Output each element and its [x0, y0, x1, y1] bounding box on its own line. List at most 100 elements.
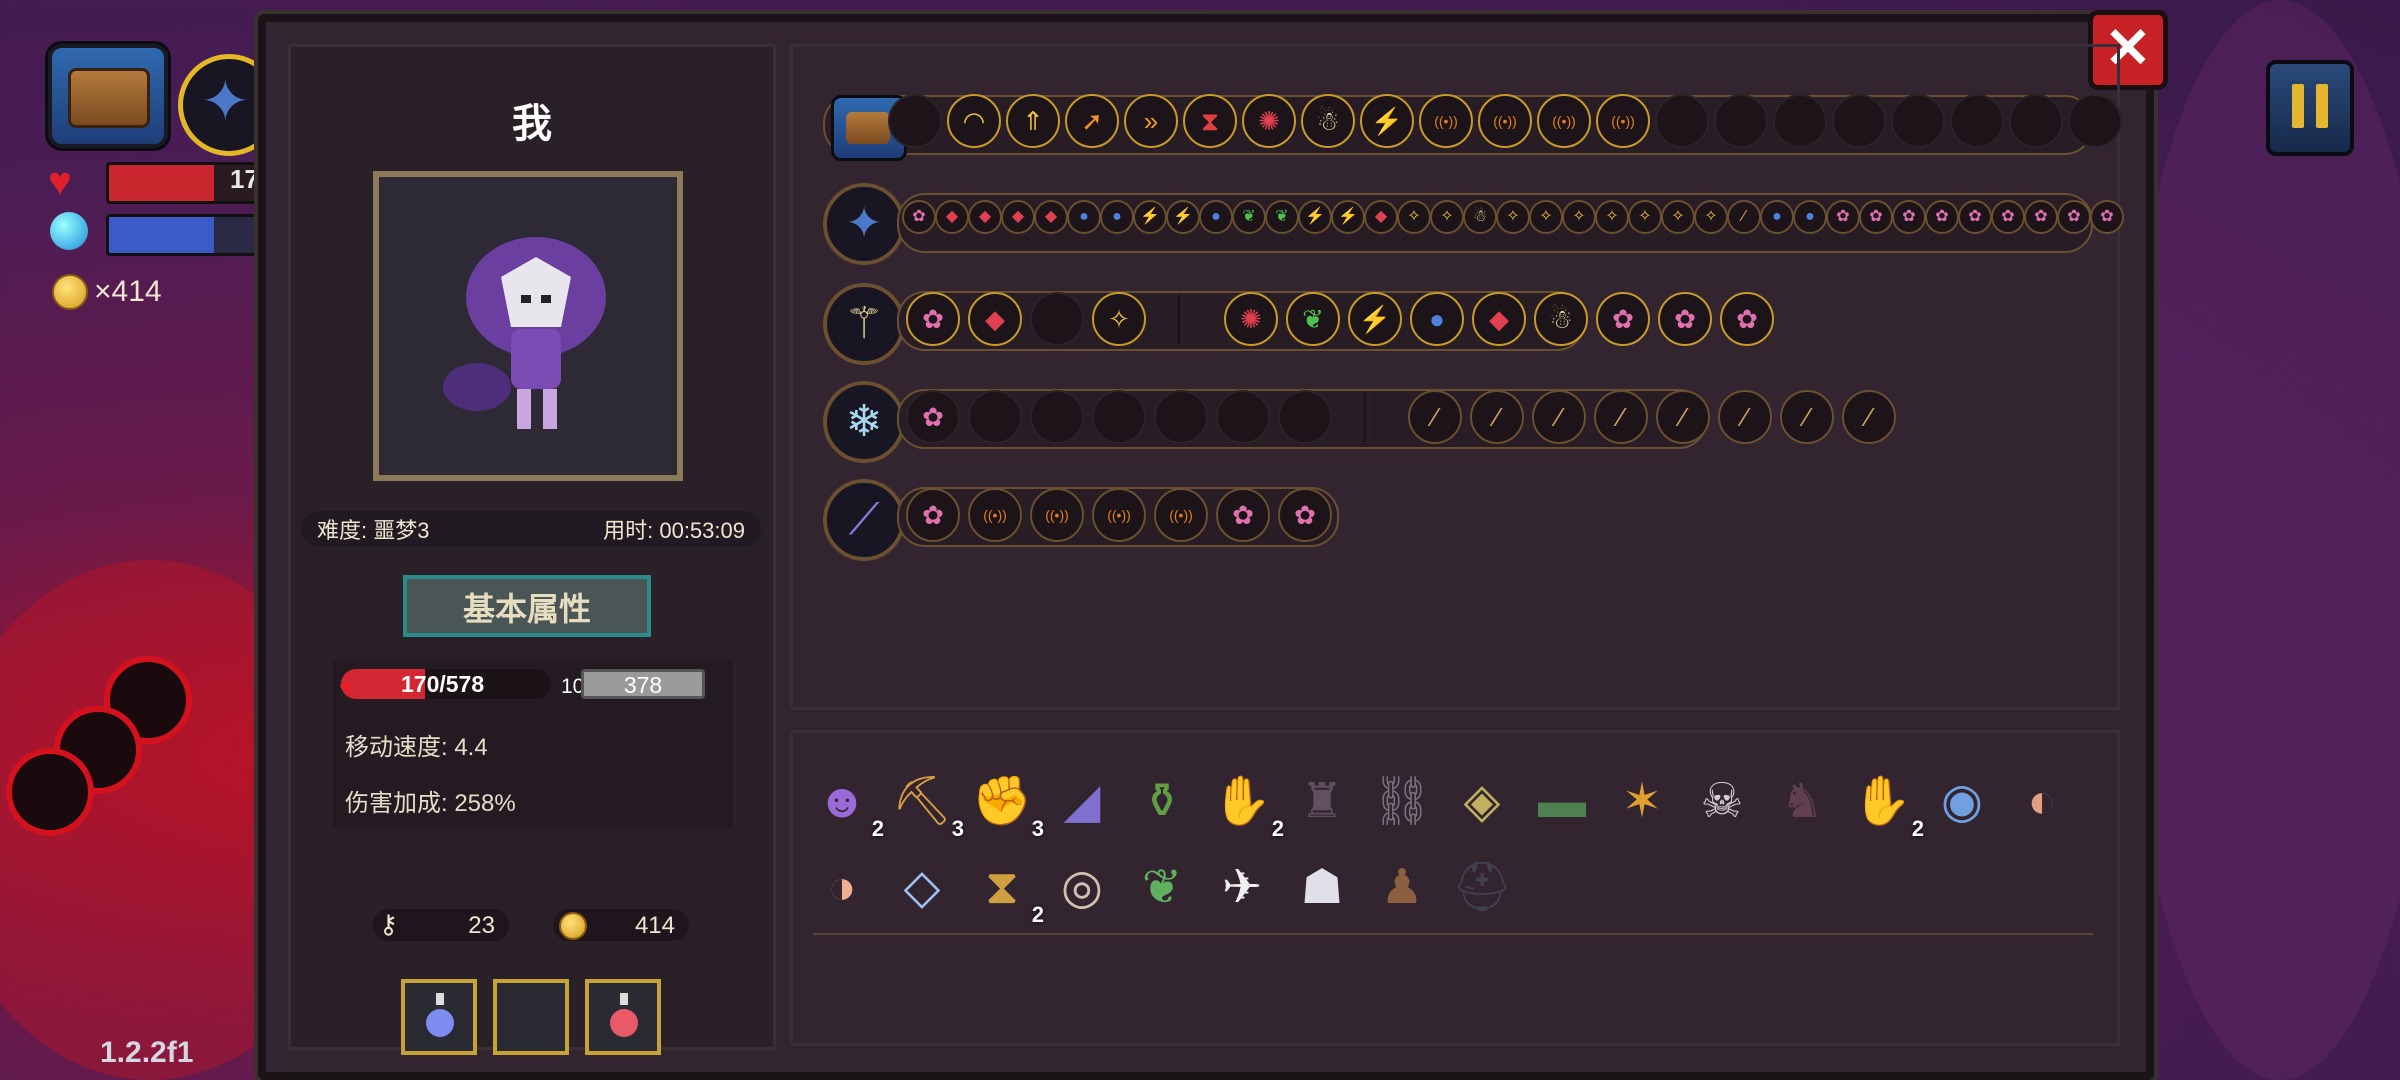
relic-slot[interactable]: [1714, 94, 1768, 148]
item-pickaxe[interactable]: ⛏ 3: [886, 766, 964, 841]
item-ear[interactable]: ◐: [2006, 766, 2078, 838]
upgrade-slot[interactable]: ✿: [2057, 200, 2091, 234]
upgrade-slot[interactable]: ✿: [902, 200, 936, 234]
weapon-mod-slot[interactable]: [1030, 292, 1084, 346]
relic-slot[interactable]: [2009, 94, 2063, 148]
relic-slot[interactable]: ((•)): [1419, 94, 1473, 148]
relic-slot[interactable]: ⇑: [1006, 94, 1060, 148]
weapon-upgrade-slot[interactable]: ☃: [1534, 292, 1588, 346]
item-orb-amulet[interactable]: ◉: [1926, 766, 1998, 838]
relic-slot[interactable]: ✺: [1242, 94, 1296, 148]
relic-slot[interactable]: ☃: [1301, 94, 1355, 148]
weapon-mod-slot[interactable]: ✿: [1216, 488, 1270, 542]
upgrade-slot[interactable]: ❦: [1265, 200, 1299, 234]
relic-slot[interactable]: [1891, 94, 1945, 148]
relic-slot[interactable]: »: [1124, 94, 1178, 148]
weapon-upgrade-slot[interactable]: ◆: [1472, 292, 1526, 346]
potion-slot[interactable]: [401, 979, 477, 1055]
upgrade-slot[interactable]: ✿: [1826, 200, 1860, 234]
item-gem-cube[interactable]: ◈: [1446, 766, 1518, 838]
upgrade-slot[interactable]: ✿: [1991, 200, 2025, 234]
weapon-shuriken-icon[interactable]: ✦: [823, 183, 905, 265]
weapon-upgrade-slot[interactable]: ✿: [1596, 292, 1650, 346]
weapon-upgrade-slot[interactable]: ⁄: [1532, 390, 1586, 444]
upgrade-slot[interactable]: ●: [1067, 200, 1101, 234]
weapon-upgrade-slot[interactable]: ⁄: [1470, 390, 1524, 444]
weapon-mod-slot[interactable]: ((•)): [1154, 488, 1208, 542]
relic-slot[interactable]: [888, 94, 942, 148]
upgrade-slot[interactable]: ✿: [1859, 200, 1893, 234]
item-rune-card[interactable]: ✶: [1606, 766, 1678, 838]
relic-slot[interactable]: ⚡: [1360, 94, 1414, 148]
weapon-spear-icon[interactable]: ⟋: [823, 479, 905, 561]
item-wing[interactable]: ✈: [1206, 852, 1278, 924]
upgrade-slot[interactable]: ●: [1100, 200, 1134, 234]
weapon-mod-slot[interactable]: ✿: [906, 488, 960, 542]
upgrade-slot[interactable]: ✿: [1958, 200, 1992, 234]
item-purple-glove[interactable]: ✋ 2: [1206, 766, 1284, 841]
item-goggles[interactable]: ◎: [1046, 852, 1118, 924]
weapon-upgrade-slot[interactable]: ⁄: [1656, 390, 1710, 444]
weapon-upgrade-slot[interactable]: ✿: [1658, 292, 1712, 346]
upgrade-slot[interactable]: ✧: [1694, 200, 1728, 234]
relic-slot[interactable]: ➚: [1065, 94, 1119, 148]
relic-slot[interactable]: [2068, 94, 2122, 148]
relic-slot[interactable]: ((•)): [1478, 94, 1532, 148]
weapon-upgrade-slot[interactable]: ✿: [1720, 292, 1774, 346]
upgrade-slot[interactable]: ◆: [1364, 200, 1398, 234]
weapon-upgrade-slot[interactable]: ✺: [1224, 292, 1278, 346]
weapon-mod-slot[interactable]: ((•)): [1092, 488, 1146, 542]
weapon-upgrade-slot[interactable]: ⚡: [1348, 292, 1402, 346]
upgrade-slot[interactable]: ◆: [1034, 200, 1068, 234]
upgrade-slot[interactable]: ✧: [1529, 200, 1563, 234]
relic-slot[interactable]: ⧗: [1183, 94, 1237, 148]
upgrade-slot[interactable]: ●: [1199, 200, 1233, 234]
potion-slot[interactable]: [585, 979, 661, 1055]
item-hourglass[interactable]: ⧗ 2: [966, 852, 1044, 927]
upgrade-slot[interactable]: ❦: [1232, 200, 1266, 234]
item-dark-armor[interactable]: ♞: [1766, 766, 1838, 838]
potion-slot-empty[interactable]: [493, 979, 569, 1055]
item-helmet[interactable]: ⛑: [1446, 852, 1518, 924]
relic-slot[interactable]: [1950, 94, 2004, 148]
relic-slot[interactable]: ◠: [947, 94, 1001, 148]
weapon-mod-slot[interactable]: ((•)): [1030, 488, 1084, 542]
relic-slot[interactable]: ((•)): [1537, 94, 1591, 148]
upgrade-slot[interactable]: ◆: [1001, 200, 1035, 234]
item-white-mask[interactable]: ☗: [1286, 852, 1358, 924]
upgrade-slot[interactable]: ✿: [1925, 200, 1959, 234]
upgrade-slot[interactable]: ✧: [1496, 200, 1530, 234]
item-nose[interactable]: ◑: [806, 852, 878, 924]
chest-icon[interactable]: [48, 44, 168, 148]
weapon-mod-slot[interactable]: [1278, 390, 1332, 444]
weapon-mod-slot[interactable]: ◆: [968, 292, 1022, 346]
weapon-mod-slot[interactable]: [1092, 390, 1146, 444]
weapon-upgrade-slot[interactable]: ❦: [1286, 292, 1340, 346]
upgrade-slot[interactable]: ✿: [2024, 200, 2058, 234]
item-leaf[interactable]: ❦: [1126, 852, 1198, 924]
weapon-mod-slot[interactable]: ✧: [1092, 292, 1146, 346]
upgrade-slot[interactable]: ●: [1760, 200, 1794, 234]
item-purple-hair-mask[interactable]: ☻ 2: [806, 766, 884, 841]
weapon-mod-slot[interactable]: [1030, 390, 1084, 444]
upgrade-slot[interactable]: ✧: [1430, 200, 1464, 234]
upgrade-slot[interactable]: ✧: [1562, 200, 1596, 234]
upgrade-slot[interactable]: ●: [1793, 200, 1827, 234]
upgrade-slot[interactable]: ⚡: [1331, 200, 1365, 234]
weapon-mod-slot[interactable]: [1216, 390, 1270, 444]
item-rainbow-cape[interactable]: ◢: [1046, 766, 1118, 838]
weapon-mod-slot[interactable]: [968, 390, 1022, 444]
upgrade-slot[interactable]: ✧: [1595, 200, 1629, 234]
weapon-upgrade-slot[interactable]: ⁄: [1780, 390, 1834, 444]
upgrade-slot[interactable]: ⚡: [1298, 200, 1332, 234]
upgrade-slot[interactable]: ☃: [1463, 200, 1497, 234]
attributes-button[interactable]: 基本属性: [403, 575, 651, 637]
upgrade-slot[interactable]: ⚡: [1166, 200, 1200, 234]
weapon-mod-slot[interactable]: [1154, 390, 1208, 444]
item-blue-gauntlet[interactable]: ✋ 2: [1846, 766, 1924, 841]
weapon-upgrade-slot[interactable]: ⁄: [1842, 390, 1896, 444]
item-green-belt[interactable]: ▬: [1526, 766, 1598, 838]
weapon-upgrade-slot[interactable]: ⁄: [1594, 390, 1648, 444]
item-totem[interactable]: ♟: [1366, 852, 1438, 924]
upgrade-slot[interactable]: ◆: [968, 200, 1002, 234]
